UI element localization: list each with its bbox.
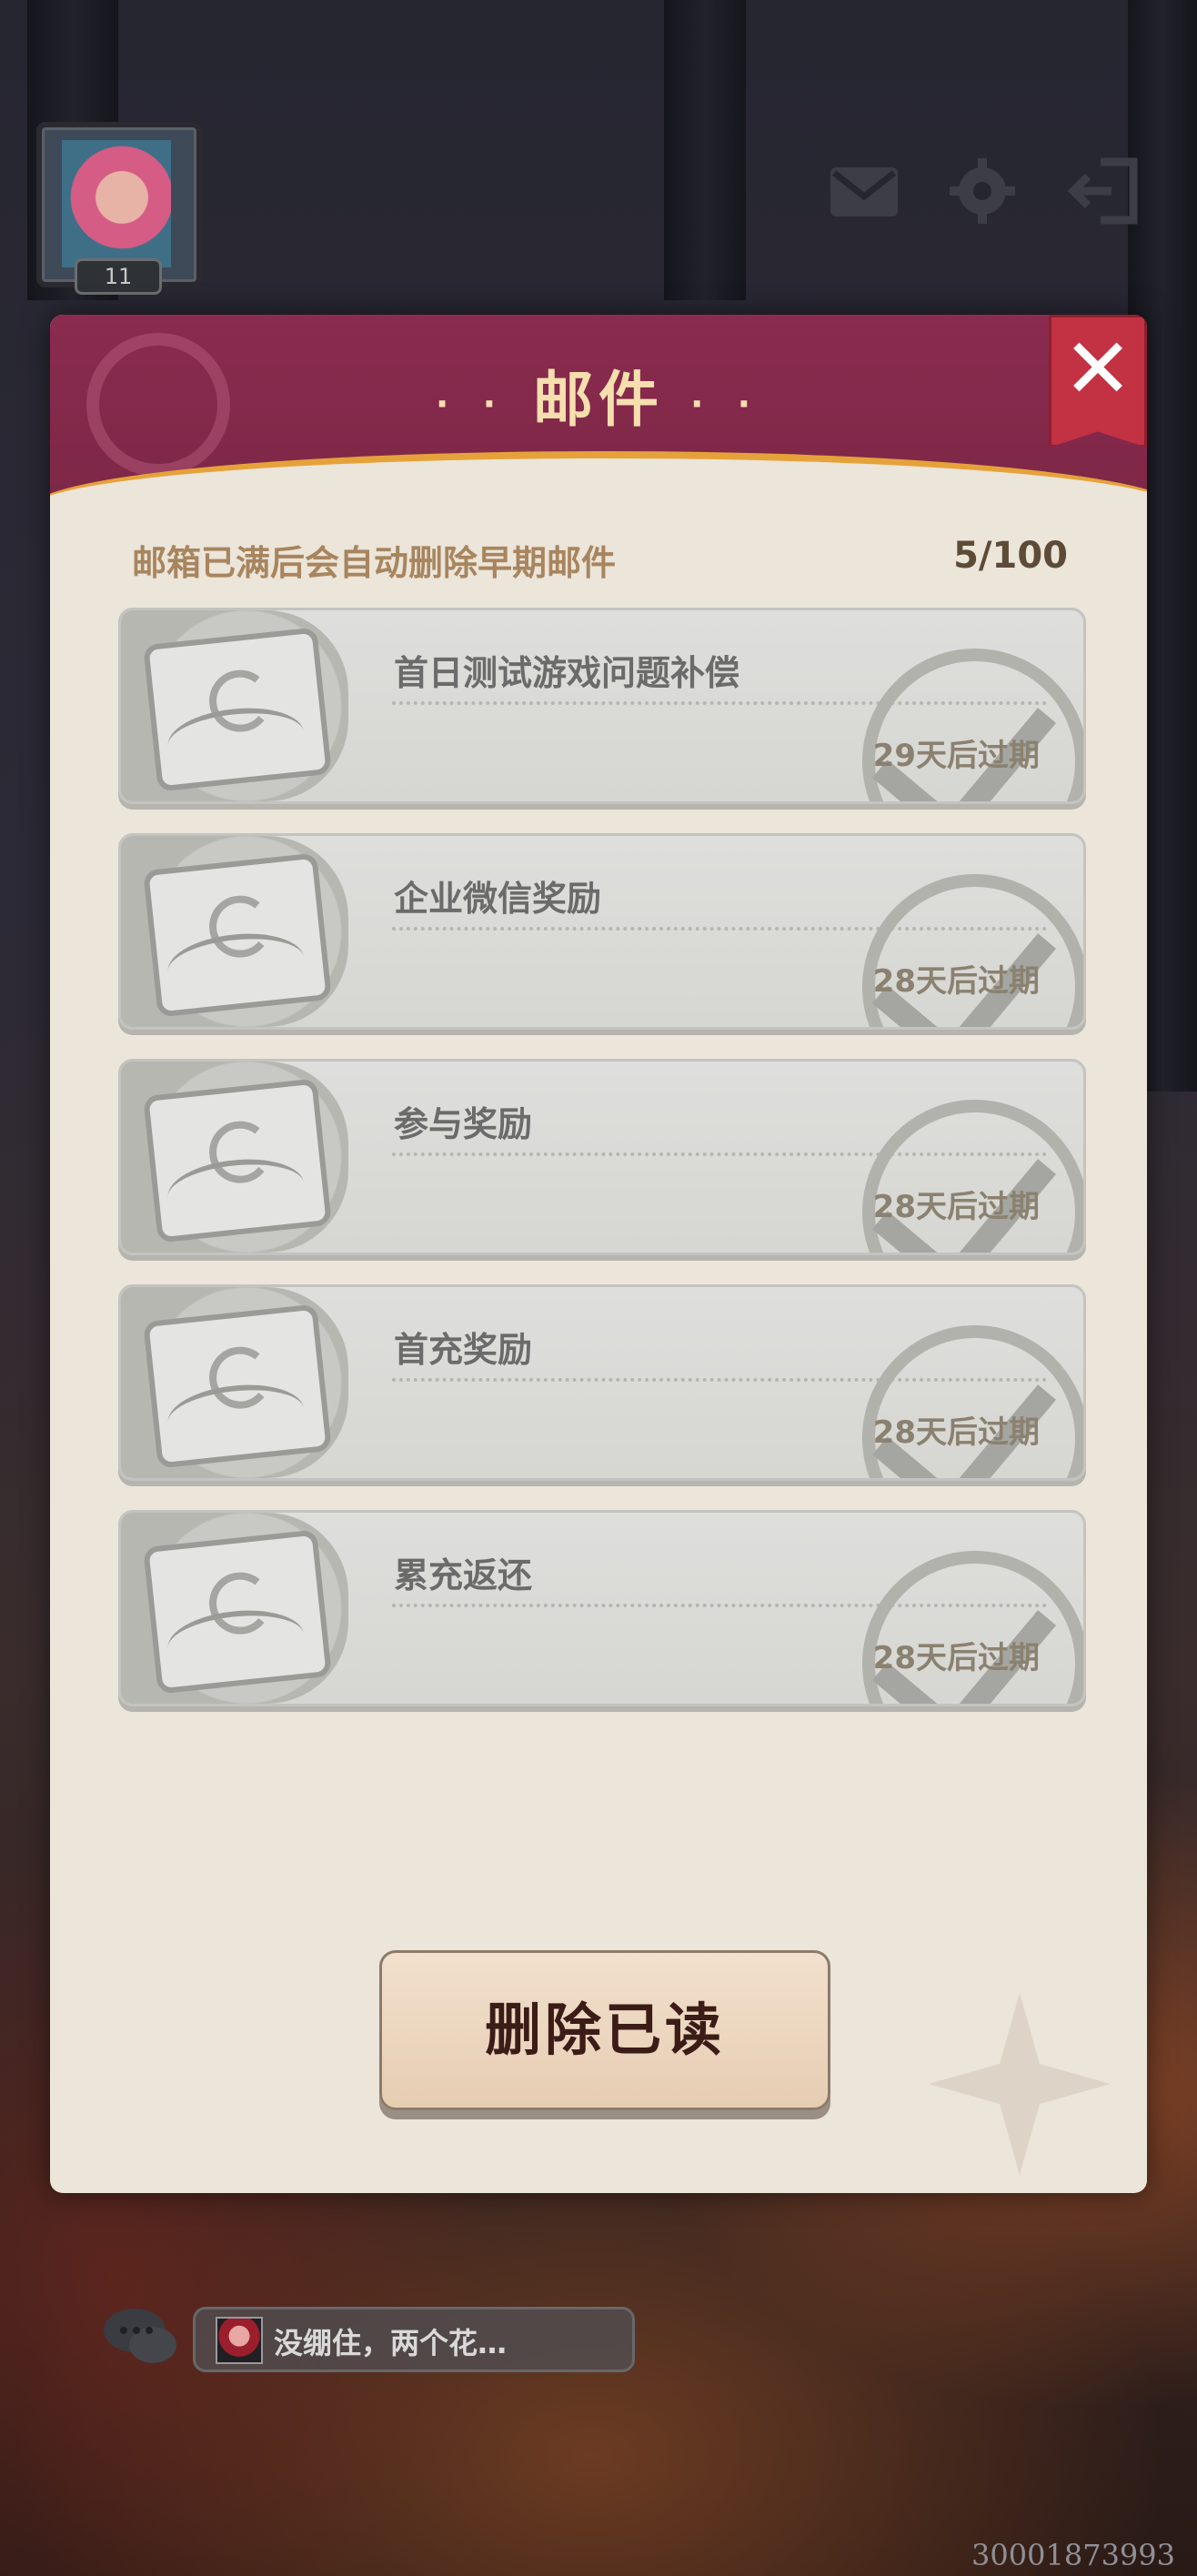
envelope-icon-wrap [121,836,348,1027]
mail-expire: 29天后过期 [872,738,1040,774]
close-button[interactable]: ✕ [1049,315,1147,448]
background-tree [664,0,746,300]
envelope-icon [143,1303,332,1469]
mail-item[interactable]: 累充返还 28天后过期 [118,1510,1086,1706]
envelope-icon [143,627,332,792]
mailbox-full-notice: 邮箱已满后会自动删除早期邮件 [132,543,617,583]
mail-title: 累充返还 [394,1555,533,1595]
mail-item[interactable]: 参与奖励 28天后过期 [118,1059,1086,1255]
exit-icon[interactable] [1064,155,1146,227]
mail-panel: · · 邮件 · · ✕ 邮箱已满后会自动删除早期邮件 5/100 首日测试游戏… [50,315,1147,2193]
mail-item[interactable]: 首充奖励 28天后过期 [118,1284,1086,1481]
mail-list: 首日测试游戏问题补偿 29天后过期 企业微信奖励 28天后过期 参与奖励 28天… [118,608,1086,1736]
envelope-icon [143,1078,332,1243]
swirl-logo-icon [206,1343,275,1412]
chat-preview-bar[interactable]: 没绷住，两个花… [193,2307,635,2372]
title-dots-left: · · [435,383,508,424]
mail-expire: 28天后过期 [872,963,1040,1000]
envelope-icon [143,852,332,1018]
swirl-logo-icon [206,1569,275,1637]
star-icon [929,1993,1111,2175]
envelope-icon [143,1529,332,1695]
swirl-logo-icon [206,667,275,735]
mail-title: 参与奖励 [394,1104,533,1144]
chat-bubble-icon[interactable] [102,2303,178,2369]
mail-item[interactable]: 企业微信奖励 28天后过期 [118,833,1086,1030]
mail-expire: 28天后过期 [872,1189,1040,1225]
gear-icon[interactable] [941,155,1023,227]
close-icon: ✕ [1062,320,1133,418]
envelope-icon-wrap [121,1287,348,1478]
swirl-logo-icon [206,892,275,961]
title-text: 邮件 [533,365,664,435]
player-level-badge: 11 [75,258,162,295]
user-id: 30001873993 [971,2538,1175,2572]
mail-expire: 28天后过期 [872,1640,1040,1676]
delete-read-button[interactable]: 删除已读 [379,1950,830,2110]
mail-title: 企业微信奖励 [394,879,602,919]
chat-preview-text: 没绷住，两个花… [274,2326,508,2360]
read-check-icon [862,1325,1083,1478]
envelope-icon-wrap [121,610,348,801]
mail-title: 首日测试游戏问题补偿 [394,653,740,693]
read-check-icon [862,874,1083,1027]
envelope-icon-wrap [121,1062,348,1253]
avatar-portrait [62,140,171,267]
envelope-icon-wrap [121,1513,348,1704]
mail-title: 首充奖励 [394,1330,533,1370]
read-check-icon [862,649,1083,801]
mail-icon[interactable] [823,155,905,227]
read-check-icon [862,1551,1083,1704]
mail-count: 5/100 [953,535,1068,577]
chat-avatar [216,2317,263,2364]
title-dots-right: · · [689,383,762,424]
mail-expire: 28天后过期 [872,1414,1040,1451]
read-check-icon [862,1100,1083,1253]
mail-item[interactable]: 首日测试游戏问题补偿 29天后过期 [118,608,1086,804]
swirl-logo-icon [206,1118,275,1186]
panel-title: · · 邮件 · · [50,351,1147,438]
